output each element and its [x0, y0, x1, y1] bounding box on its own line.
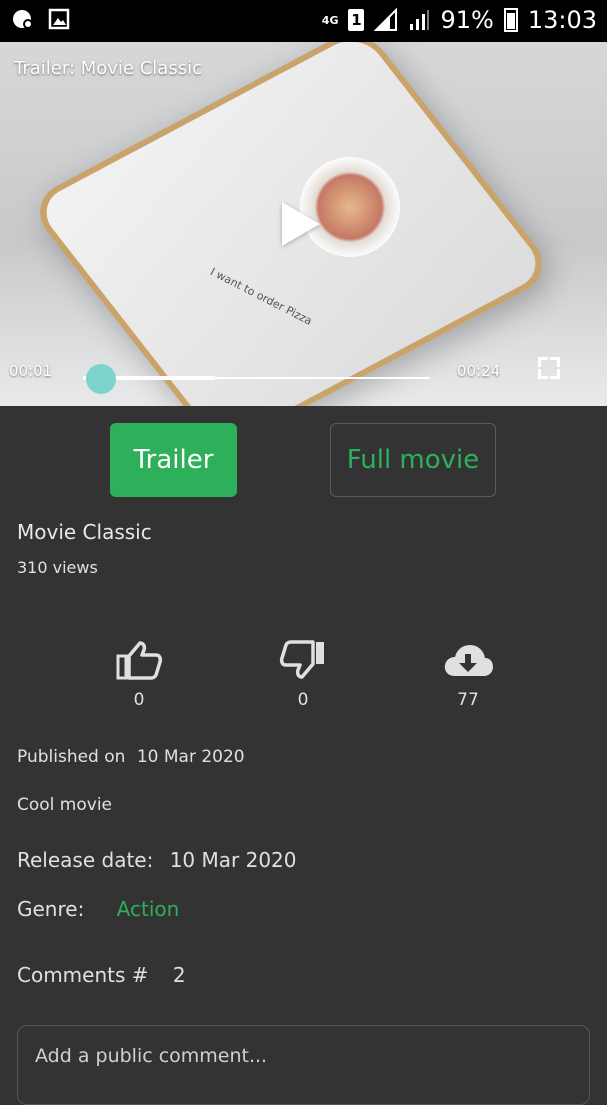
comments-row: Comments # 2 [17, 963, 186, 987]
video-title: Trailer: Movie Classic [14, 58, 202, 79]
comment-box[interactable] [17, 1025, 590, 1105]
current-time: 00:01 [9, 362, 53, 380]
status-bar: 4G 1 91% 13:03 [0, 0, 607, 42]
published-date: 10 Mar 2020 [136, 747, 245, 767]
seek-bar[interactable] [83, 376, 430, 380]
seek-thumb[interactable] [85, 364, 116, 394]
like-button[interactable]: 0 [89, 640, 189, 710]
published-label: Published on [17, 747, 126, 767]
thumbs-up-icon [116, 641, 163, 680]
view-count: 310 views [17, 558, 98, 577]
cloud-download-icon [444, 645, 493, 676]
battery-icon [503, 8, 518, 32]
dislike-button[interactable]: 0 [253, 640, 353, 710]
genre-row: Genre: Action [17, 897, 179, 921]
duration: 00:24 [457, 362, 501, 380]
movie-description: Cool movie [17, 795, 113, 815]
comments-label: Comments # [17, 963, 149, 987]
comment-input[interactable] [33, 1044, 557, 1068]
sim-indicator: 1 [348, 9, 365, 31]
genre-label: Genre: [17, 897, 85, 921]
dislike-count: 0 [297, 690, 309, 710]
battery-percent: 91% [440, 6, 494, 34]
play-icon[interactable] [282, 202, 320, 246]
download-button[interactable]: 77 [418, 640, 518, 710]
trailer-button[interactable]: Trailer [110, 423, 237, 497]
clock: 13:03 [527, 6, 597, 34]
genre-value[interactable]: Action [117, 897, 180, 921]
movie-title: Movie Classic [17, 520, 152, 544]
like-count: 0 [133, 690, 145, 710]
thumbs-down-icon [279, 640, 324, 679]
release-date: 10 Mar 2020 [169, 848, 297, 872]
notification-icon [13, 10, 33, 29]
comments-count: 2 [172, 963, 186, 987]
full-movie-button[interactable]: Full movie [330, 423, 496, 497]
download-count: 77 [457, 690, 479, 710]
signal-icon [374, 8, 398, 31]
release-row: Release date: 10 Mar 2020 [17, 848, 297, 872]
network-type: 4G [321, 13, 339, 27]
fullscreen-icon[interactable] [538, 357, 560, 379]
gallery-icon [48, 8, 70, 30]
published-row: Published on 10 Mar 2020 [17, 747, 245, 767]
signal-icon-2 [410, 10, 430, 30]
release-label: Release date: [17, 848, 154, 872]
video-player[interactable]: I want to order Pizza Trailer: Movie Cla… [0, 42, 607, 406]
